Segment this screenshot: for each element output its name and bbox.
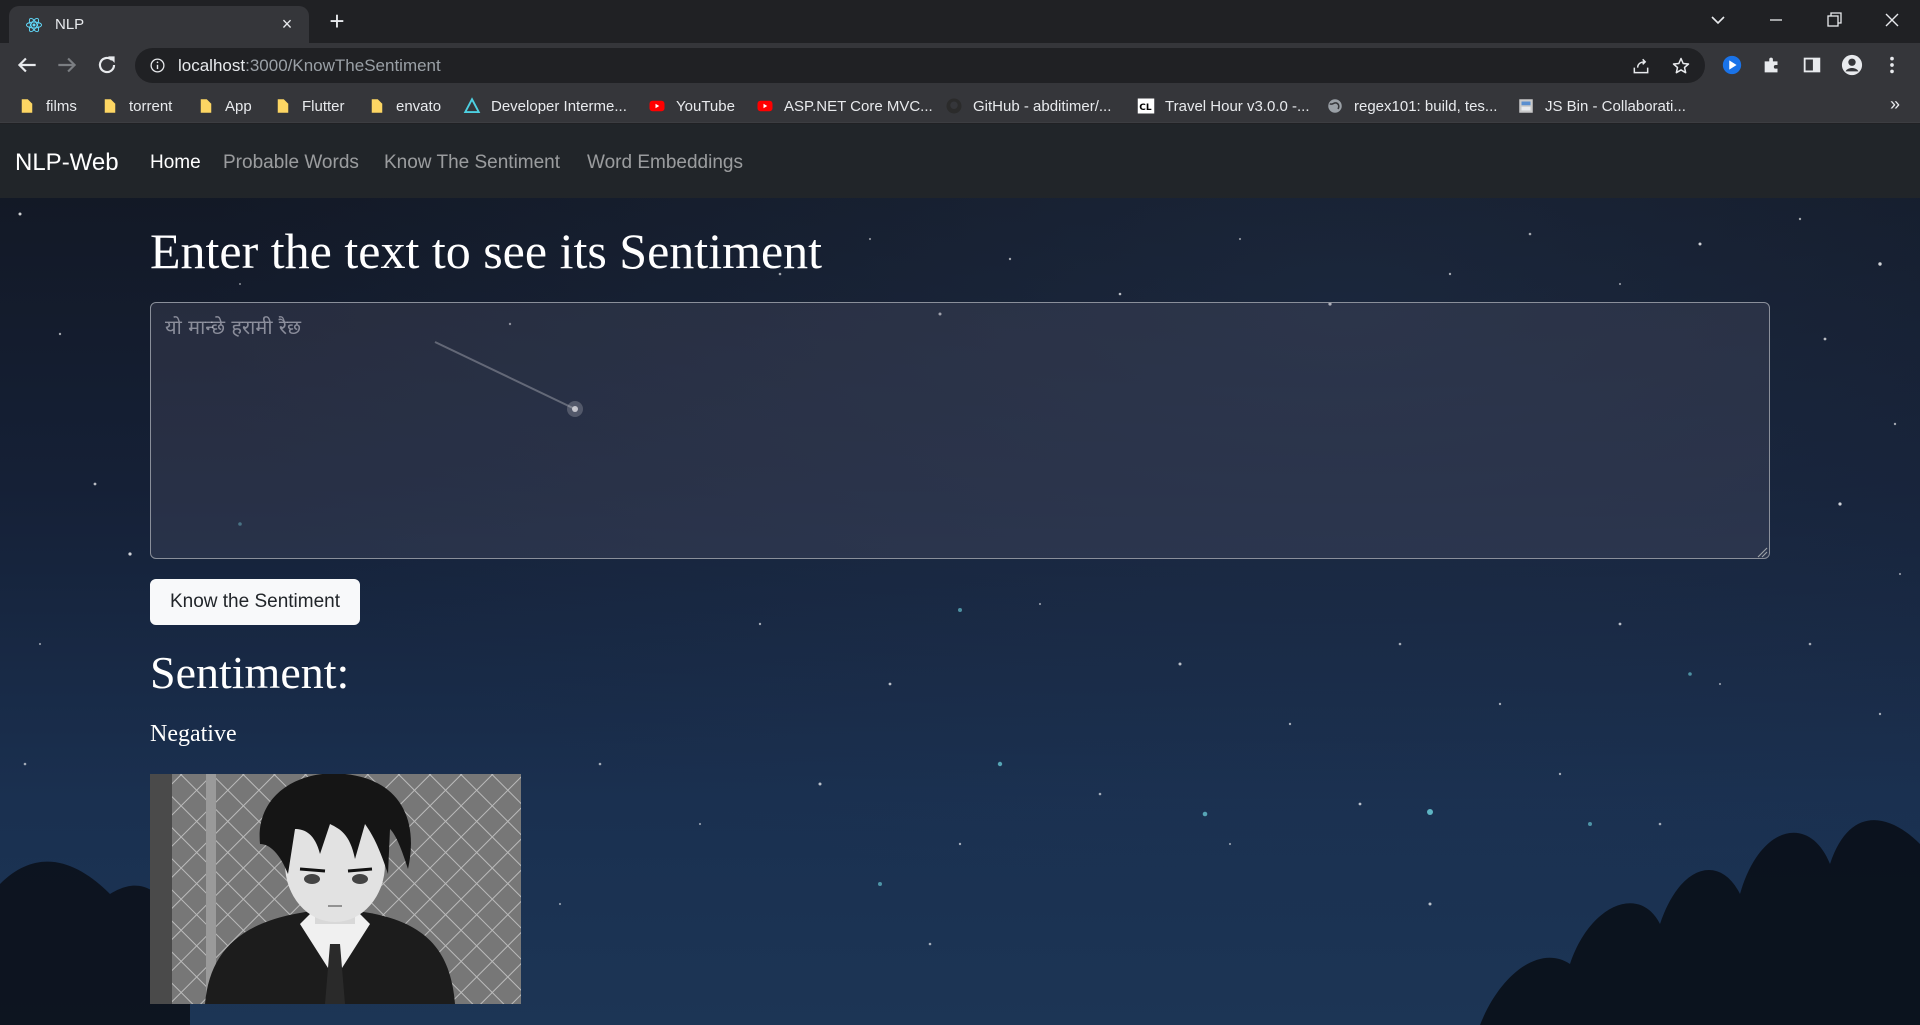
youtube-icon	[649, 100, 665, 112]
page-title: Enter the text to see its Sentiment	[150, 223, 823, 279]
bookmark-item[interactable]: App	[197, 95, 252, 117]
bookmark-item[interactable]: torrent	[101, 95, 172, 117]
profile-avatar-icon[interactable]	[1841, 54, 1863, 76]
codelist-icon: CL	[1137, 98, 1155, 114]
nav-link-know-the-sentiment[interactable]: Know The Sentiment	[384, 152, 560, 174]
browser-tab[interactable]: NLP ×	[9, 6, 309, 43]
site-navbar: NLP-Web Home Probable Words Know The Sen…	[0, 124, 1920, 198]
site-info-icon[interactable]	[149, 57, 166, 74]
sad-anime-character-image	[150, 774, 521, 1004]
nav-link-word-embeddings[interactable]: Word Embeddings	[587, 152, 743, 174]
developer-site-icon	[463, 97, 481, 113]
tab-close-icon[interactable]: ×	[279, 15, 295, 33]
jsbin-icon	[1519, 99, 1533, 113]
bookmark-label: envato	[396, 97, 442, 115]
bookmark-item[interactable]: envato	[368, 95, 441, 117]
bookmark-item[interactable]: JS Bin - Collaborati...	[1517, 95, 1686, 117]
navbar-brand[interactable]: NLP-Web	[15, 149, 119, 177]
folder-icon	[371, 99, 383, 113]
bookmark-label: ASP.NET Core MVC...	[784, 97, 933, 115]
bookmark-item[interactable]: films	[18, 95, 77, 117]
bookmark-star-icon[interactable]	[1671, 56, 1691, 76]
bookmark-label: Travel Hour v3.0.0 -...	[1165, 97, 1310, 115]
nav-link-home[interactable]: Home	[150, 152, 201, 174]
bookmark-label: torrent	[129, 97, 173, 115]
bookmark-label: App	[225, 97, 252, 115]
tab-title: NLP	[55, 16, 85, 33]
browser-toolbar: localhost:3000/KnowTheSentiment	[0, 43, 1920, 88]
bookmark-item[interactable]: ASP.NET Core MVC...	[756, 95, 933, 117]
address-bar[interactable]: localhost:3000/KnowTheSentiment	[135, 48, 1705, 83]
youtube-icon	[757, 100, 773, 112]
bookmark-label: JS Bin - Collaborati...	[1545, 97, 1686, 115]
forward-arrow-icon[interactable]	[54, 52, 80, 78]
bookmark-label: YouTube	[676, 97, 735, 115]
folder-icon	[21, 99, 33, 113]
sentiment-result-value: Negative	[150, 721, 237, 747]
folder-icon	[104, 99, 116, 113]
bookmark-label: Developer Interme...	[491, 97, 627, 115]
bookmark-label: GitHub - abditimer/...	[973, 97, 1112, 115]
browser-tab-strip: NLP × +	[0, 0, 1920, 43]
extension-blue-play-icon[interactable]	[1721, 54, 1743, 76]
folder-icon	[277, 99, 289, 113]
bookmark-item[interactable]: CL Travel Hour v3.0.0 -...	[1137, 95, 1310, 117]
bookmark-item[interactable]: Developer Interme...	[463, 95, 627, 117]
folder-icon	[200, 99, 212, 113]
back-arrow-icon[interactable]	[14, 52, 40, 78]
know-sentiment-button[interactable]: Know the Sentiment	[150, 579, 360, 625]
minimize-icon[interactable]	[1764, 8, 1788, 32]
globe-icon	[1328, 99, 1342, 113]
restore-icon[interactable]	[1822, 8, 1846, 32]
page-viewport: NLP-Web Home Probable Words Know The Sen…	[0, 124, 1920, 1025]
url-path: :3000/KnowTheSentiment	[245, 56, 441, 75]
new-tab-plus-icon[interactable]: +	[325, 8, 349, 34]
close-window-icon[interactable]	[1880, 8, 1904, 32]
bookmark-item[interactable]: regex101: build, tes...	[1326, 95, 1497, 117]
bookmarks-overflow-chevron-icon[interactable]: »	[1890, 94, 1900, 115]
react-logo-icon	[26, 17, 42, 33]
url-text[interactable]: localhost:3000/KnowTheSentiment	[178, 56, 441, 76]
reload-icon[interactable]	[94, 52, 120, 78]
sentiment-text-input[interactable]	[150, 302, 1770, 559]
textarea-resize-grip-icon[interactable]	[1756, 546, 1768, 558]
chrome-menu-kebab-icon[interactable]	[1881, 54, 1903, 76]
url-host: localhost	[178, 56, 246, 75]
bookmark-label: Flutter	[302, 97, 345, 115]
bookmark-item[interactable]: Flutter	[274, 95, 345, 117]
bookmark-label: regex101: build, tes...	[1354, 97, 1498, 115]
bookmark-item[interactable]: GitHub - abditimer/...	[945, 95, 1111, 117]
tab-search-chevron-icon[interactable]	[1706, 8, 1730, 32]
nav-link-probable-words[interactable]: Probable Words	[223, 152, 359, 174]
bookmarks-bar: films torrent App Flutter envato Develop…	[0, 88, 1920, 123]
bookmark-label: films	[46, 97, 77, 115]
svg-text:CL: CL	[1139, 103, 1152, 113]
extensions-puzzle-icon[interactable]	[1761, 54, 1783, 76]
sentiment-result-title: Sentiment:	[150, 647, 350, 698]
side-panel-icon[interactable]	[1801, 54, 1823, 76]
share-icon[interactable]	[1631, 56, 1651, 76]
github-icon	[946, 98, 962, 114]
bookmark-item[interactable]: YouTube	[648, 95, 735, 117]
